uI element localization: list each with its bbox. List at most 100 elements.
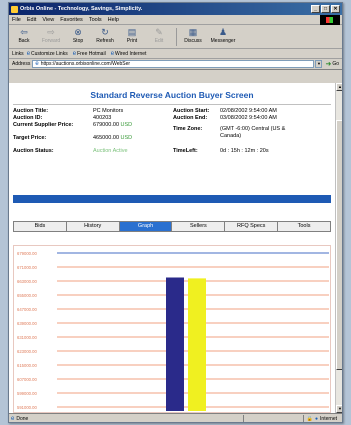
- y-tick-label: 615000.00: [17, 363, 37, 368]
- supplier-price-label: Current Supplier Price:: [13, 122, 74, 128]
- app-icon: [11, 5, 18, 13]
- messenger-icon: ♟: [218, 27, 228, 37]
- messenger-button[interactable]: ♟ Messenger: [207, 27, 239, 45]
- supplier-price-value: 679000.00 USD: [93, 122, 133, 128]
- back-button[interactable]: ⇦ Back: [11, 27, 37, 45]
- target-price-value: 465000.00 USD: [93, 135, 133, 141]
- menu-bar: File Edit View Favorites Tools Help: [9, 15, 342, 25]
- minimize-button[interactable]: _: [311, 5, 320, 13]
- menu-edit[interactable]: Edit: [27, 17, 36, 23]
- bid-bar[interactable]: [188, 278, 206, 411]
- title-bar: Orbis Online - Technology, Savings, Simp…: [9, 3, 342, 15]
- browser-window: Orbis Online - Technology, Savings, Simp…: [8, 2, 343, 423]
- toolbar: ⇦ Back ⇨ Forward ⊗ Stop ↻ Refresh ▤ Prin…: [9, 25, 342, 49]
- status-bar: e Done 🔒 ● Internet: [9, 413, 342, 422]
- time-zone-value-line2: Canada): [220, 133, 242, 139]
- maximize-button[interactable]: □: [321, 5, 330, 13]
- security-zone: 🔒 ● Internet: [302, 414, 340, 422]
- tab-history[interactable]: History: [66, 222, 120, 231]
- address-input[interactable]: [40, 61, 314, 67]
- address-dropdown-button[interactable]: ▼: [315, 60, 323, 68]
- menu-view[interactable]: View: [42, 17, 54, 23]
- menu-help[interactable]: Help: [108, 17, 119, 23]
- scroll-down-icon[interactable]: ▼: [336, 405, 342, 413]
- y-tick-label: 647000.00: [17, 307, 37, 312]
- menu-favorites[interactable]: Favorites: [60, 17, 83, 23]
- address-bar: Address e ▼ ➜ Go: [9, 59, 342, 70]
- print-icon: ▤: [127, 27, 137, 37]
- link-free-hotmail[interactable]: e Free Hotmail: [73, 51, 106, 57]
- discuss-button[interactable]: ▦ Discuss: [180, 27, 206, 45]
- bid-bar[interactable]: [166, 277, 184, 412]
- links-label: Links: [12, 50, 24, 57]
- y-tick-label: 623000.00: [17, 349, 37, 354]
- refresh-button[interactable]: ↻ Refresh: [92, 27, 118, 45]
- time-left-value: 0d : 15h : 12m : 20s: [220, 148, 269, 154]
- auction-end-value: 03/08/2002 9:54:00 AM: [220, 115, 277, 121]
- discuss-icon: ▦: [188, 27, 198, 37]
- page-content: Standard Reverse Auction Buyer Screen Au…: [9, 83, 335, 413]
- bid-graph-svg: 679000.00 671000.00 663000.00 655000.00 6470…: [13, 245, 331, 413]
- toolbar-separator: [176, 28, 177, 46]
- y-tick-label: 639000.00: [17, 321, 37, 326]
- page-icon: e: [35, 61, 39, 67]
- auction-status-label: Auction Status:: [13, 148, 54, 154]
- time-zone-label: Time Zone:: [173, 126, 203, 132]
- windows-logo: [320, 15, 340, 25]
- scroll-up-icon[interactable]: ▲: [336, 83, 342, 91]
- auction-start-value: 02/08/2002 9:54:00 AM: [220, 108, 277, 114]
- page-icon: e: [11, 415, 15, 422]
- close-button[interactable]: ✕: [331, 5, 340, 13]
- status-text: Done: [16, 415, 29, 422]
- vertical-scrollbar[interactable]: ▲ ▼: [335, 83, 342, 413]
- refresh-icon: ↻: [101, 27, 109, 37]
- auction-title-label: Auction Title:: [13, 108, 49, 114]
- stop-icon: ⊗: [74, 27, 82, 37]
- edit-icon: ✎: [155, 27, 163, 37]
- forward-button[interactable]: ⇨ Forward: [38, 27, 64, 45]
- tab-bids[interactable]: Bids: [14, 222, 67, 231]
- window-title: Orbis Online - Technology, Savings, Simp…: [20, 6, 143, 12]
- go-button[interactable]: ➜ Go: [325, 60, 339, 68]
- y-tick-label: 655000.00: [17, 293, 37, 298]
- globe-icon: ●: [315, 415, 319, 422]
- links-bar: Links e Customize Links e Free Hotmail e…: [9, 49, 342, 59]
- y-tick-label: 631000.00: [17, 335, 37, 340]
- go-arrow-icon: ➜: [325, 61, 332, 68]
- status-text-area: e Done: [11, 416, 243, 422]
- edit-button[interactable]: ✎ Edit: [146, 27, 172, 45]
- address-field[interactable]: e: [32, 60, 315, 68]
- tab-tools[interactable]: Tools: [278, 222, 330, 231]
- time-zone-value-line1: (GMT -6:00) Central (US &: [220, 126, 286, 132]
- y-tick-label: 679000.00: [17, 251, 37, 256]
- tab-graph[interactable]: Graph: [119, 222, 173, 231]
- tab-sellers[interactable]: Sellers: [172, 222, 226, 231]
- auction-details: Auction Title: PC Monitors Auction ID: 4…: [9, 108, 335, 170]
- tab-rfq-specs[interactable]: RFQ Specs: [225, 222, 279, 231]
- address-label: Address: [12, 61, 31, 67]
- menu-file[interactable]: File: [12, 17, 21, 23]
- scroll-thumb[interactable]: [336, 120, 342, 370]
- stop-button[interactable]: ⊗ Stop: [65, 27, 91, 45]
- ie-icon: e: [72, 50, 77, 57]
- y-tick-label: 663000.00: [17, 279, 37, 284]
- link-wired-internet[interactable]: e Wired Internet: [111, 51, 147, 57]
- time-left-label: TimeLeft:: [173, 148, 198, 154]
- auction-status-value: Auction Active: [93, 148, 128, 154]
- currency-tag: USD: [120, 135, 133, 141]
- print-button[interactable]: ▤ Print: [119, 27, 145, 45]
- status-panel-empty: [242, 414, 303, 422]
- y-tick-label: 599000.00: [17, 391, 37, 396]
- auction-end-label: Auction End:: [173, 115, 208, 121]
- tab-bar: Bids History Graph Sellers RFQ Specs Too…: [13, 221, 331, 232]
- auction-id-value: 400203: [93, 115, 112, 121]
- y-tick-label: 671000.00: [17, 265, 37, 270]
- page-title: Standard Reverse Auction Buyer Screen: [90, 90, 254, 100]
- section-divider-bar: [13, 195, 331, 203]
- menu-tools[interactable]: Tools: [89, 17, 102, 23]
- back-arrow-icon: ⇦: [20, 27, 28, 37]
- bid-graph: 679000.00 671000.00 663000.00 655000.00 6470…: [13, 245, 331, 413]
- zone-label: Internet: [320, 415, 337, 422]
- link-customize-links[interactable]: e Customize Links: [27, 51, 68, 57]
- auction-title-value: PC Monitors: [93, 108, 124, 114]
